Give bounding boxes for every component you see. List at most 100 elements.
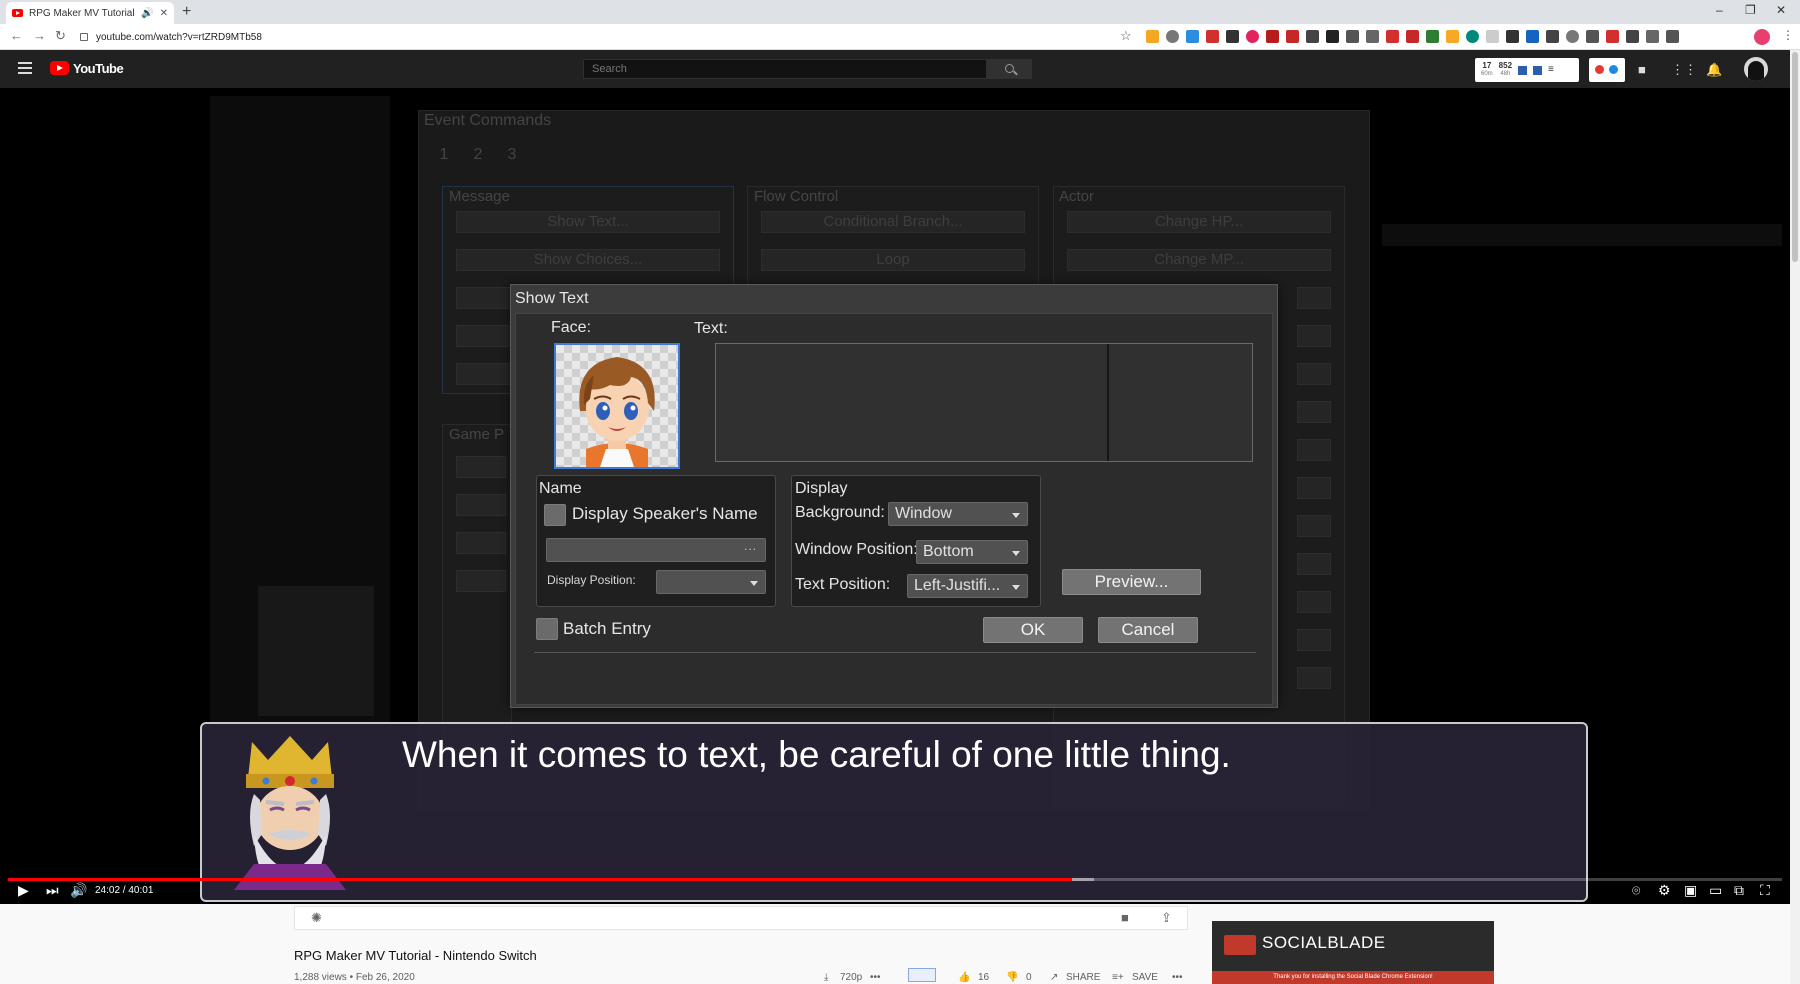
youtube-wordmark[interactable]: YouTube: [73, 61, 124, 76]
face-selector[interactable]: [554, 343, 680, 469]
extension-icon[interactable]: [1246, 30, 1259, 43]
speaker-name-field[interactable]: ...: [546, 538, 766, 562]
extension-icon[interactable]: [1586, 30, 1599, 43]
miniplayer-icon[interactable]: ▣: [1684, 882, 1697, 899]
window-position-select[interactable]: Bottom: [916, 540, 1028, 564]
profile-avatar[interactable]: [1754, 29, 1770, 45]
share-icon[interactable]: ↗: [1050, 972, 1058, 983]
bg-tab: 1: [439, 146, 449, 163]
extension-icon[interactable]: [1366, 30, 1379, 43]
cast-icon[interactable]: [1646, 30, 1659, 43]
extension-icon[interactable]: [1206, 30, 1219, 43]
puzzle-extensions-icon[interactable]: [1626, 30, 1639, 43]
search-input[interactable]: [583, 59, 987, 79]
hamburger-menu-icon[interactable]: [18, 62, 32, 74]
progress-played[interactable]: [8, 878, 1073, 881]
show-text-dialog: Show Text Face: Text: Name Display Speak…: [510, 284, 1278, 708]
extension-icon[interactable]: [1386, 30, 1399, 43]
stat-b-period: 48h: [1500, 71, 1511, 77]
reload-icon[interactable]: ↻: [55, 28, 66, 44]
extension-icon[interactable]: [1166, 30, 1179, 43]
browser-menu-icon[interactable]: ⋮: [1782, 28, 1794, 42]
extension-icon[interactable]: [1466, 30, 1479, 43]
notifications-bell-icon[interactable]: 🔔: [1706, 62, 1722, 78]
dislike-icon[interactable]: 👎: [1006, 972, 1018, 983]
bg-button: [456, 363, 516, 385]
extension-icon[interactable]: [1146, 30, 1159, 43]
display-speaker-checkbox[interactable]: [544, 504, 566, 526]
extension-icon[interactable]: [1266, 30, 1279, 43]
video-player[interactable]: Event Commands 1 2 3 Message Show Text..…: [0, 88, 1790, 904]
display-position-select[interactable]: [656, 570, 766, 594]
quality-label[interactable]: 720p: [840, 972, 862, 983]
extension-icon[interactable]: [1226, 30, 1239, 43]
extension-icon[interactable]: [1546, 30, 1559, 43]
extension-icon[interactable]: [1606, 30, 1619, 43]
extension-icon[interactable]: [1526, 30, 1539, 43]
socialblade-banner[interactable]: SOCIALBLADE Thank you for installing the…: [1212, 921, 1494, 984]
forward-arrow-icon[interactable]: →: [33, 28, 46, 43]
apps-grid-icon[interactable]: ⋮⋮: [1671, 62, 1697, 78]
extension-icon[interactable]: [1486, 30, 1499, 43]
extension-icon[interactable]: [1346, 30, 1359, 43]
window-minimize-button[interactable]: –: [1716, 3, 1723, 17]
background-select[interactable]: Window: [888, 502, 1028, 526]
message-text-area[interactable]: [715, 343, 1253, 462]
browser-tab-active[interactable]: RPG Maker MV Tutorial - Ni 🔊 ✕: [6, 2, 174, 24]
account-avatar[interactable]: [1744, 57, 1768, 81]
save-button[interactable]: SAVE: [1132, 972, 1158, 983]
extension-icon[interactable]: [1506, 30, 1519, 43]
display-speaker-label: Display Speaker's Name: [572, 504, 758, 523]
play-icon[interactable]: ▶: [18, 882, 29, 899]
new-tab-button[interactable]: +: [182, 2, 191, 22]
extension-icon[interactable]: [1306, 30, 1319, 43]
socialblade-stats-widget[interactable]: 17 60m 852 48h ≡: [1475, 58, 1579, 82]
extension-icon[interactable]: [1426, 30, 1439, 43]
download-icon[interactable]: ⤓: [824, 972, 828, 983]
extension-icon[interactable]: [1286, 30, 1299, 43]
brightness-icon[interactable]: ✺: [311, 910, 322, 926]
batch-entry-checkbox[interactable]: [536, 618, 558, 640]
create-video-icon[interactable]: ■: [1638, 62, 1646, 77]
window-restore-button[interactable]: ❐: [1745, 3, 1756, 17]
recording-extension-icon[interactable]: [1589, 58, 1625, 82]
page-scrollbar-thumb[interactable]: [1792, 52, 1798, 262]
extension-icon[interactable]: [1446, 30, 1459, 43]
tab-audio-icon[interactable]: 🔊: [141, 8, 153, 19]
theater-mode-icon[interactable]: ▭: [1709, 882, 1722, 899]
bg-group-label: Game P: [449, 426, 505, 443]
extension-icon[interactable]: [1406, 30, 1419, 43]
fullscreen-icon[interactable]: ⛶: [1760, 882, 1770, 899]
dislike-count: 0: [1026, 972, 1032, 983]
like-icon[interactable]: 👍: [958, 972, 970, 983]
extension-icon[interactable]: [1326, 30, 1339, 43]
tab-close-icon[interactable]: ✕: [160, 8, 168, 19]
more-dots-icon[interactable]: •••: [870, 972, 881, 983]
bookmark-star-icon[interactable]: ☆: [1120, 28, 1132, 44]
camera-icon[interactable]: ■: [1121, 910, 1129, 925]
settings-gear-icon[interactable]: ⚙: [1658, 882, 1671, 899]
reading-list-icon[interactable]: [1666, 30, 1679, 43]
cast-icon[interactable]: ⧉: [1734, 882, 1744, 899]
back-arrow-icon[interactable]: ←: [10, 28, 23, 43]
screenshot-icon[interactable]: ⌾: [1632, 882, 1640, 899]
share-button[interactable]: SHARE: [1066, 972, 1100, 983]
text-position-select[interactable]: Left-Justifi...: [907, 574, 1028, 598]
socialblade-name: SOCIALBLADE: [1262, 933, 1386, 952]
share-arrow-icon[interactable]: ⇪: [1161, 910, 1172, 926]
youtube-logo-icon[interactable]: [50, 61, 69, 75]
more-actions-button[interactable]: •••: [1172, 972, 1183, 983]
search-button[interactable]: [987, 59, 1032, 79]
save-playlist-icon[interactable]: ≡+: [1112, 972, 1124, 983]
next-video-icon[interactable]: ⏭: [46, 882, 59, 899]
extension-icon[interactable]: [1186, 30, 1199, 43]
cancel-button[interactable]: Cancel: [1098, 617, 1198, 643]
playlist-ext-icon[interactable]: [908, 968, 936, 982]
address-bar[interactable]: youtube.com/watch?v=rtZRD9MTb58: [80, 27, 1120, 47]
ok-button[interactable]: OK: [983, 617, 1083, 643]
preview-button[interactable]: Preview...: [1062, 569, 1201, 595]
extension-icon[interactable]: [1566, 30, 1579, 43]
window-close-button[interactable]: ✕: [1776, 3, 1786, 17]
game-message-text: When it comes to text, be careful of one…: [402, 734, 1231, 775]
volume-icon[interactable]: 🔊: [70, 882, 87, 899]
